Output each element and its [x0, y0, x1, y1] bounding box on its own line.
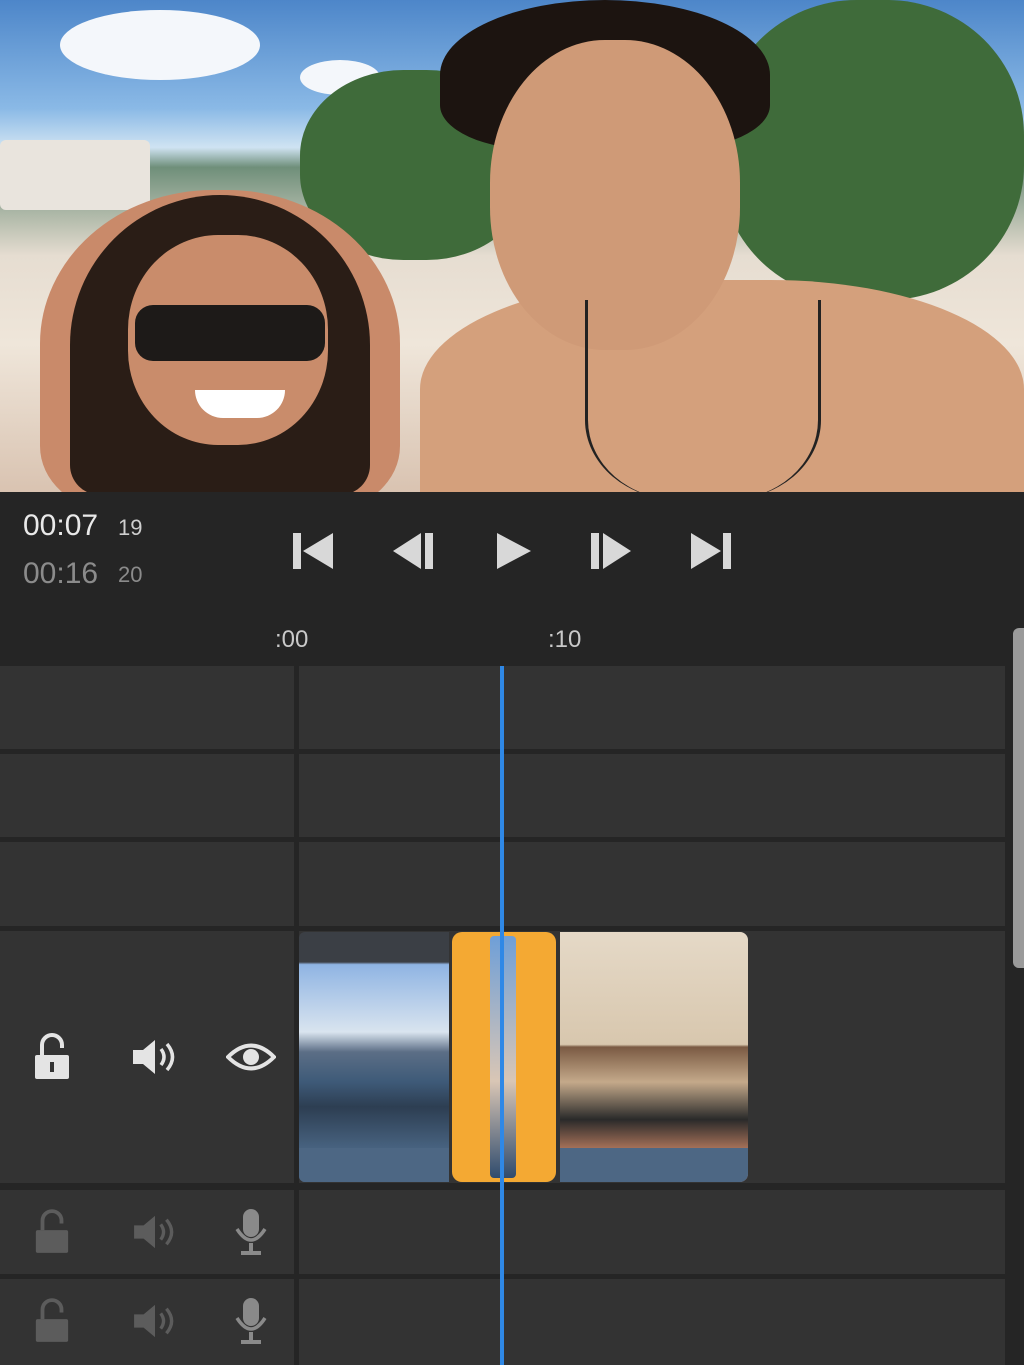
track-header-v2: [0, 842, 294, 926]
track-lock-toggle[interactable]: [28, 1031, 76, 1083]
track-v4[interactable]: [299, 666, 1005, 749]
clip-trim-handle-right[interactable]: [542, 932, 556, 1182]
video-clip-2-selected[interactable]: [452, 932, 556, 1182]
play-icon: [497, 533, 531, 569]
unlock-icon: [35, 1209, 69, 1253]
audio-track-1-record-button[interactable]: [228, 1204, 274, 1260]
video-clip-1[interactable]: [299, 932, 449, 1182]
unlock-icon: [35, 1033, 69, 1079]
ruler-label-10: :10: [548, 626, 582, 653]
audio-track-2-mute-toggle[interactable]: [128, 1295, 182, 1347]
speaker-icon: [134, 1304, 174, 1338]
clip-1-waveform: [299, 1148, 449, 1182]
audio-track-1-mute-toggle[interactable]: [128, 1206, 182, 1258]
track-header-v4: [0, 666, 294, 749]
current-frame: 19: [118, 515, 143, 540]
skip-to-start-icon: [293, 533, 333, 569]
track-header-a2: [0, 1279, 294, 1365]
current-timecode: 00:07: [23, 509, 99, 542]
microphone-icon: [235, 1209, 267, 1255]
audio-track-2-record-button[interactable]: [228, 1293, 274, 1349]
step-back-icon: [393, 533, 433, 569]
track-header-v1: [0, 931, 294, 1183]
track-header-a1: [0, 1190, 294, 1274]
total-frame: 20: [118, 562, 143, 587]
track-header-v3: [0, 754, 294, 837]
playhead[interactable]: [500, 666, 504, 1365]
skip-to-end-button[interactable]: [686, 526, 736, 576]
speaker-icon: [134, 1215, 174, 1249]
clip-trim-handle-left[interactable]: [452, 932, 466, 1182]
clip-3-waveform: [560, 1148, 748, 1182]
step-forward-icon: [591, 533, 631, 569]
skip-to-end-icon: [691, 533, 731, 569]
track-audio-toggle[interactable]: [128, 1031, 182, 1083]
unlock-icon: [35, 1298, 69, 1342]
audio-track-1-lock-toggle[interactable]: [28, 1206, 76, 1258]
microphone-icon: [235, 1298, 267, 1344]
video-preview[interactable]: [0, 0, 1024, 492]
total-duration: 00:16: [23, 557, 99, 590]
track-v2[interactable]: [299, 842, 1005, 926]
audio-track-2-lock-toggle[interactable]: [28, 1295, 76, 1347]
timeline-scrollbar[interactable]: [1013, 628, 1024, 968]
skip-to-start-button[interactable]: [288, 526, 338, 576]
step-back-button[interactable]: [388, 526, 438, 576]
step-forward-button[interactable]: [586, 526, 636, 576]
speaker-icon: [133, 1040, 175, 1074]
track-a1[interactable]: [299, 1190, 1005, 1274]
track-v3[interactable]: [299, 754, 1005, 837]
play-button[interactable]: [488, 526, 538, 576]
video-clip-3[interactable]: [560, 932, 748, 1182]
ruler-label-0: :00: [275, 626, 309, 653]
track-a2[interactable]: [299, 1279, 1005, 1365]
track-visibility-toggle[interactable]: [224, 1031, 278, 1083]
eye-icon: [226, 1043, 276, 1071]
